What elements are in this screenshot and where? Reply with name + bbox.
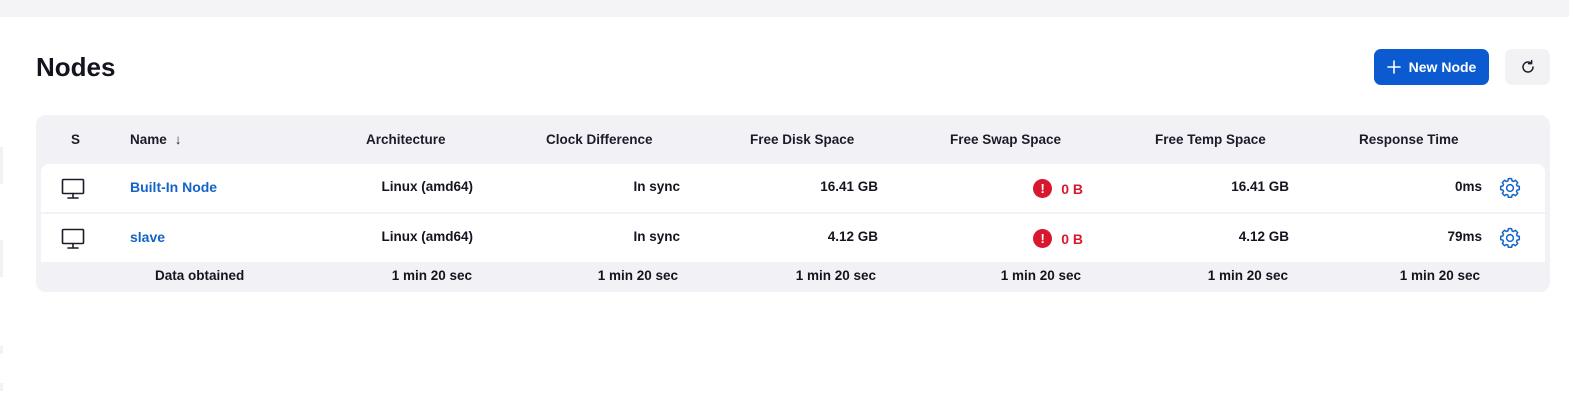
header-free-disk-space[interactable]: Free Disk Space [750,132,854,147]
cell-free-temp-space: 4.12 GB [1238,229,1289,244]
cell-free-swap-space: ! 0 B [1033,229,1083,248]
page-title: Nodes [36,52,116,82]
computer-icon [61,228,85,249]
cell-clock-difference: In sync [633,229,680,244]
swap-value: 0 B [1061,180,1083,197]
header-free-temp-space[interactable]: Free Temp Space [1155,132,1266,147]
header-architecture[interactable]: Architecture [366,132,446,147]
footer-label: Data obtained [155,268,245,283]
new-node-button[interactable]: New Node [1374,49,1489,85]
footer-free-temp-space: 1 min 20 sec [1207,268,1288,283]
error-circle-icon: ! [1033,179,1053,198]
cell-response-time: 0ms [1454,179,1482,194]
table-header: S Name ↓ Architecture Clock Difference Fr… [36,115,1550,164]
node-link[interactable]: slave [130,229,165,245]
header-clock-difference[interactable]: Clock Difference [546,132,653,147]
footer-free-swap-space: 1 min 20 sec [1000,268,1081,283]
refresh-button[interactable] [1505,49,1550,85]
new-node-label: New Node [1408,59,1477,75]
cell-free-temp-space: 16.41 GB [1231,179,1289,194]
header-status[interactable]: S [71,132,80,147]
footer-response-time: 1 min 20 sec [1399,268,1480,283]
cell-architecture: Linux (amd64) [381,179,473,194]
cell-free-swap-space: ! 0 B [1033,179,1083,198]
cell-architecture: Linux (amd64) [381,229,473,244]
cell-clock-difference: In sync [633,179,680,194]
cell-free-disk-space: 16.41 GB [820,179,878,194]
table-row: Built-In Node Linux (amd64) In sync 16.4… [41,164,1545,212]
node-link[interactable]: Built-In Node [130,179,217,195]
gear-icon[interactable] [1498,176,1522,200]
header-name[interactable]: Name ↓ [130,132,182,147]
header-name-label: Name [130,132,167,147]
nodes-table: S Name ↓ Architecture Clock Difference Fr… [36,115,1550,292]
gear-icon[interactable] [1498,226,1522,250]
node-name: Built-In Node [130,179,217,195]
top-bar [0,0,1569,17]
cell-response-time: 79ms [1447,229,1482,244]
table-row: slave Linux (amd64) In sync 4.12 GB ! 0 … [41,214,1545,262]
plus-icon [1386,60,1401,74]
footer-architecture: 1 min 20 sec [391,268,472,283]
node-name: slave [130,229,165,245]
swap-value: 0 B [1061,230,1083,247]
refresh-icon [1521,59,1534,73]
page-header: Nodes New Node [36,48,1550,85]
header-response-time[interactable]: Response Time [1359,132,1459,147]
footer-free-disk-space: 1 min 20 sec [795,268,876,283]
header-free-swap-space[interactable]: Free Swap Space [950,132,1061,147]
table-footer: Data obtained 1 min 20 sec 1 min 20 sec … [36,264,1550,292]
sort-desc-icon: ↓ [174,132,182,147]
computer-icon [61,178,85,199]
cell-free-disk-space: 4.12 GB [827,229,878,244]
footer-clock-difference: 1 min 20 sec [597,268,678,283]
error-circle-icon: ! [1033,229,1053,248]
